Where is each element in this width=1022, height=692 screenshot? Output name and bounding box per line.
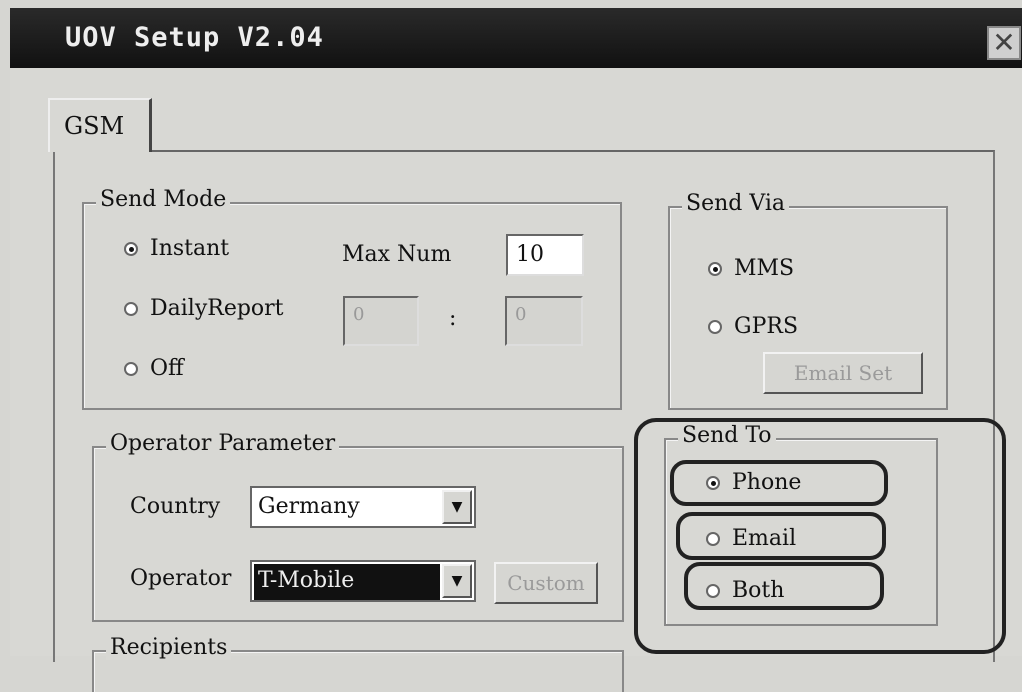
radio-daily-report-label: DailyReport: [150, 296, 284, 321]
max-num-input[interactable]: 10: [506, 234, 584, 276]
radio-mms-label: MMS: [734, 256, 795, 281]
radio-gprs[interactable]: GPRS: [708, 314, 798, 339]
radio-phone[interactable]: Phone: [706, 470, 801, 495]
radio-icon: [124, 241, 138, 256]
radio-both[interactable]: Both: [706, 578, 784, 603]
operator-parameter-legend: Operator Parameter: [106, 431, 340, 456]
operator-select[interactable]: T-Mobile ▼: [250, 560, 476, 602]
radio-both-label: Both: [732, 578, 785, 603]
daily-time-separator: :: [449, 306, 457, 331]
radio-icon: [124, 301, 138, 316]
radio-email-label: Email: [732, 526, 797, 551]
radio-gprs-label: GPRS: [734, 314, 799, 339]
country-value: Germany: [258, 494, 360, 519]
radio-icon: [706, 583, 720, 598]
send-to-legend: Send To: [678, 423, 776, 448]
chevron-down-icon[interactable]: ▼: [442, 564, 472, 598]
radio-icon: [708, 319, 722, 334]
email-set-button[interactable]: Email Set: [763, 352, 923, 394]
radio-mms[interactable]: MMS: [708, 256, 794, 281]
send-via-legend: Send Via: [682, 191, 789, 216]
chevron-down-icon[interactable]: ▼: [442, 490, 472, 524]
radio-icon: [706, 475, 720, 490]
daily-minute-input: 0: [505, 296, 583, 346]
radio-icon: [708, 261, 722, 276]
recipients-legend: Recipients: [106, 635, 232, 660]
radio-phone-label: Phone: [732, 470, 802, 495]
radio-email[interactable]: Email: [706, 526, 796, 551]
operator-label: Operator: [130, 566, 232, 591]
title-bar: UOV Setup V2.04 ✕: [10, 8, 1022, 68]
window-title: UOV Setup V2.04: [65, 22, 324, 53]
country-label: Country: [130, 494, 221, 519]
daily-hour-input: 0: [343, 296, 419, 346]
radio-icon: [124, 361, 138, 376]
max-num-label: Max Num: [342, 242, 452, 267]
recipients-group: Recipients: [92, 635, 624, 692]
radio-instant[interactable]: Instant: [124, 236, 229, 261]
close-icon[interactable]: ✕: [987, 26, 1021, 60]
radio-daily-report[interactable]: DailyReport: [124, 296, 284, 321]
country-select[interactable]: Germany ▼: [250, 486, 476, 528]
radio-instant-label: Instant: [150, 236, 230, 261]
radio-icon: [706, 531, 720, 546]
custom-button[interactable]: Custom: [494, 562, 598, 604]
operator-value: T-Mobile: [254, 564, 440, 600]
radio-off[interactable]: Off: [124, 356, 184, 381]
send-mode-legend: Send Mode: [96, 187, 231, 212]
radio-off-label: Off: [150, 356, 184, 381]
tab-gsm[interactable]: GSM: [48, 98, 152, 152]
